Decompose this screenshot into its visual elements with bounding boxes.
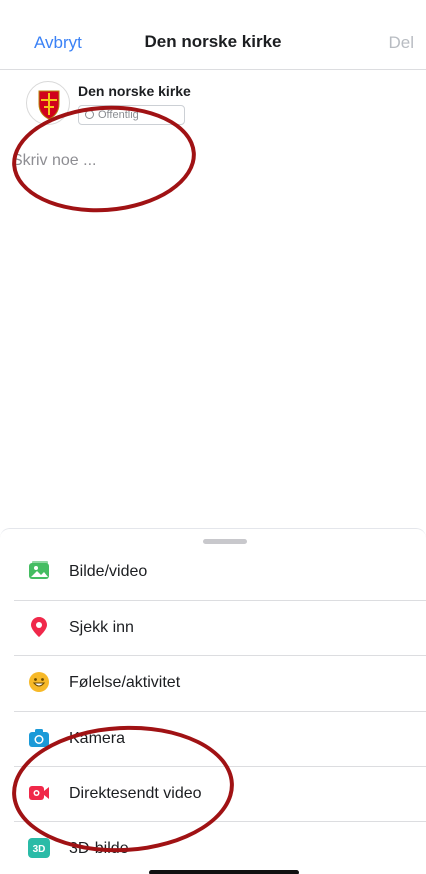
menu-item-check-in[interactable]: Sjekk inn [14,600,426,656]
photo-video-icon [29,561,49,579]
menu-item-label: Sjekk inn [69,619,134,636]
smiley-icon [29,672,49,692]
globe-icon [85,110,94,119]
menu-item-live-video[interactable]: Direktesendt video [14,766,426,822]
menu-item-3d-photo[interactable]: 3D 3D-bilde [14,821,426,874]
top-navigation-bar: Avbryt Den norske kirke Del [0,0,426,70]
3d-photo-icon: 3D [28,838,50,858]
menu-item-label: Direktesendt video [69,785,202,802]
menu-item-camera[interactable]: Kamera [14,711,426,767]
privacy-label: Offentlig [98,109,139,121]
camera-icon [29,729,49,747]
menu-item-label: 3D-bilde [69,840,129,857]
post-options-sheet: Bilde/video Sjekk inn Følelse/aktivitet … [0,528,426,874]
home-indicator [149,870,299,874]
page-title: Den norske kirke [144,32,282,51]
share-button[interactable]: Del [388,33,414,53]
menu-item-feeling-activity[interactable]: Følelse/aktivitet [14,655,426,711]
post-text-input[interactable]: Skriv noe ... [12,152,96,170]
live-video-icon [29,786,49,800]
location-pin-icon [31,617,47,637]
menu-item-label: Følelse/aktivitet [69,674,181,691]
svg-text:3D: 3D [33,844,46,855]
menu-item-photo-video[interactable]: Bilde/video [14,544,426,600]
privacy-selector[interactable]: Offentlig [78,105,185,125]
menu-item-label: Bilde/video [69,563,148,580]
author-name: Den norske kirke [78,83,191,99]
avatar [26,81,70,125]
menu-item-label: Kamera [69,730,126,747]
church-logo-icon [38,90,60,120]
